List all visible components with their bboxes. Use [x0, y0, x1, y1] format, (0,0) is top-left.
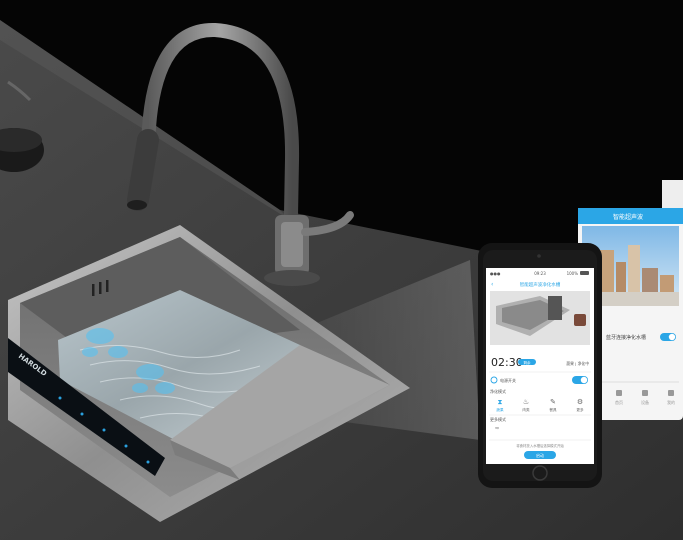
tab-label-1[interactable]: 肉类	[522, 407, 530, 412]
phone-status-battery: 100%	[567, 271, 579, 276]
phone-hint: 将食材放入水槽后选择模式开始	[516, 443, 564, 448]
meat-icon[interactable]: ♨	[523, 398, 529, 406]
tablet-nav-1[interactable]: 设备	[641, 399, 649, 405]
battery-icon	[580, 271, 589, 275]
hourglass-icon[interactable]: ⧗	[498, 398, 503, 406]
settings-icon[interactable]: ⚙	[577, 398, 583, 406]
phone-mode-text: 蔬果 | 净化中	[566, 361, 589, 366]
tab-label-2[interactable]: 餐具	[549, 407, 557, 412]
tab-label-3[interactable]: 更多	[576, 407, 584, 412]
phone-status-time: 09:23	[534, 271, 546, 276]
tablet-back-card	[662, 180, 683, 208]
tablet-nav-0[interactable]: 首页	[615, 399, 623, 405]
tab-label-0[interactable]: 蔬果	[496, 407, 504, 412]
wave-icon[interactable]: ≈	[494, 425, 499, 432]
phone-app-title: 智能超声波净化水槽	[520, 281, 561, 288]
phone-section-more: 更多模式	[490, 416, 506, 422]
phone-start-label[interactable]: 启动	[536, 452, 544, 458]
back-icon[interactable]: ‹	[491, 281, 493, 288]
phone-switch-label: 电源开关	[500, 377, 516, 383]
tablet-title: 智能超声波	[613, 213, 643, 221]
tablet-nav-2[interactable]: 我的	[667, 399, 675, 405]
kitchen-scene: HAROLD 智能超声波 蓝牙连接净化水槽 首页 设备 我的 ●●● 09:23…	[0, 0, 683, 540]
smartphone: ●●● 09:23 100% ‹ 智能超声波净化水槽 02:30 剩余 蔬果 |…	[478, 243, 602, 488]
tablet-toggle-label: 蓝牙连接净化水槽	[606, 334, 646, 341]
svg-text:●●●: ●●●	[490, 271, 501, 276]
utensils-icon[interactable]: ✎	[550, 398, 556, 406]
phone-section-mode: 净化模式	[490, 388, 506, 394]
phone-timer-badge: 剩余	[524, 360, 532, 365]
phone-timer: 02:30	[491, 356, 523, 369]
